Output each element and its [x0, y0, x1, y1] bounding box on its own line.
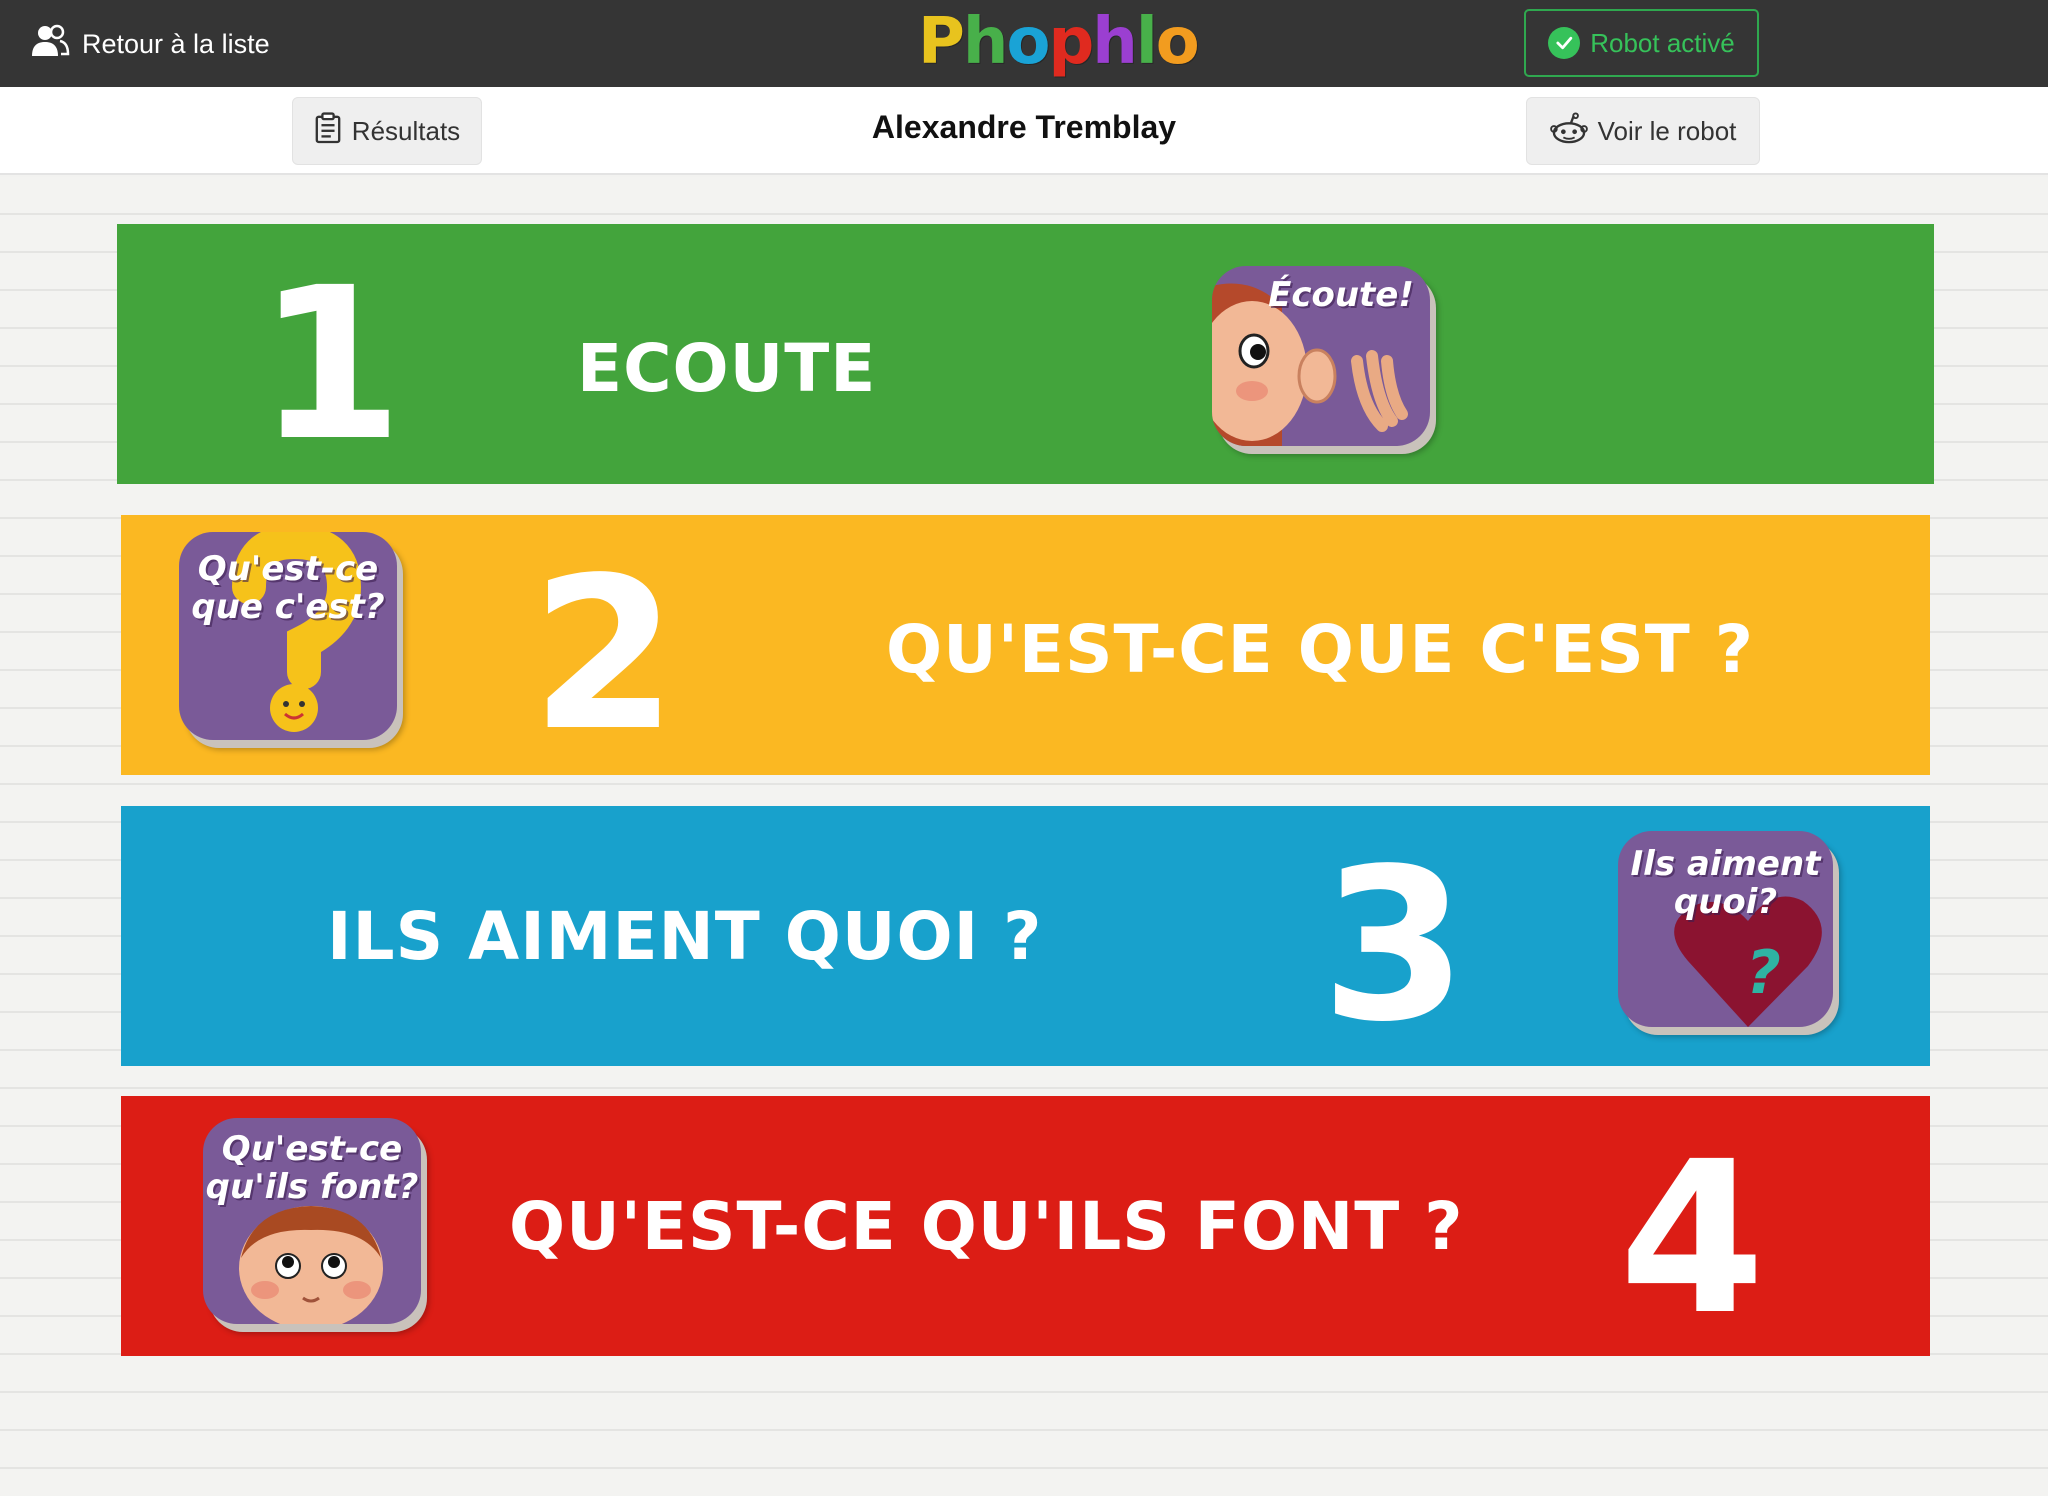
back-to-list-label: Retour à la liste [82, 28, 270, 59]
logo-letter: h [962, 5, 1009, 79]
logo-letter: l [1135, 5, 1158, 79]
activity-title: QU'EST-CE QU'ILS FONT ? [509, 1188, 1464, 1265]
robot-status-label: Robot activé [1590, 27, 1735, 58]
top-bar: Retour à la liste Phophlo Robot activé [0, 0, 2048, 87]
logo-letter: h [1092, 5, 1138, 79]
tile-label: Qu'est-ce qu'ils font? [205, 1129, 419, 1207]
app-logo: Phophlo [918, 4, 1200, 80]
robot-status-button[interactable]: Robot activé [1524, 9, 1759, 77]
logo-letter: p [1048, 5, 1094, 79]
check-circle-icon [1548, 27, 1581, 59]
activity-4-quest-ce-quils-font[interactable]: Qu'est-ce qu'ils font? QU'EST-CE QU'ILS … [121, 1096, 1930, 1356]
activity-title: QU'EST-CE QUE C'EST ? [886, 611, 1755, 688]
activity-3-ils-aiment-quoi[interactable]: ILS AIMENT QUOI ? 3 ? Ils aiment quoi? [121, 806, 1930, 1066]
activity-title: ILS AIMENT QUOI ? [327, 898, 1043, 975]
activity-number: 2 [531, 532, 678, 777]
logo-letter: o [1155, 5, 1200, 79]
listening-child-icon: Écoute! [1212, 266, 1430, 446]
activity-1-ecoute[interactable]: 1 ECOUTE Écoute! [117, 224, 1934, 484]
activity-title: ECOUTE [577, 330, 877, 407]
tile-label: Ils aiment quoi? [1630, 844, 1821, 922]
tile-label: Écoute! [1268, 275, 1414, 315]
view-robot-button[interactable]: Voir le robot [1526, 97, 1760, 165]
student-header: Résultats Alexandre Tremblay Voir le rob… [0, 87, 2048, 175]
activity-number: 4 [1619, 1116, 1766, 1361]
child-face-icon: Qu'est-ce qu'ils font? [203, 1118, 421, 1324]
logo-letter: P [918, 5, 965, 79]
svg-text:?: ? [1746, 938, 1781, 1008]
tile-label: Qu'est-ce que c'est? [191, 549, 385, 627]
activity-2-quest-ce-que-cest[interactable]: Qu'est-ce que c'est? 2 QU'EST-CE QUE C'E… [121, 515, 1930, 775]
activity-number: 3 [1321, 823, 1468, 1068]
robot-icon [1549, 111, 1588, 151]
view-robot-label: Voir le robot [1597, 115, 1737, 146]
activity-number: 1 [257, 242, 404, 487]
users-icon [30, 24, 70, 65]
logo-letter: o [1006, 5, 1050, 79]
back-to-list-button[interactable]: Retour à la liste [30, 22, 270, 66]
heart-question-icon: ? Ils aiment quoi? [1618, 831, 1833, 1027]
question-mark-icon: Qu'est-ce que c'est? [179, 532, 397, 740]
